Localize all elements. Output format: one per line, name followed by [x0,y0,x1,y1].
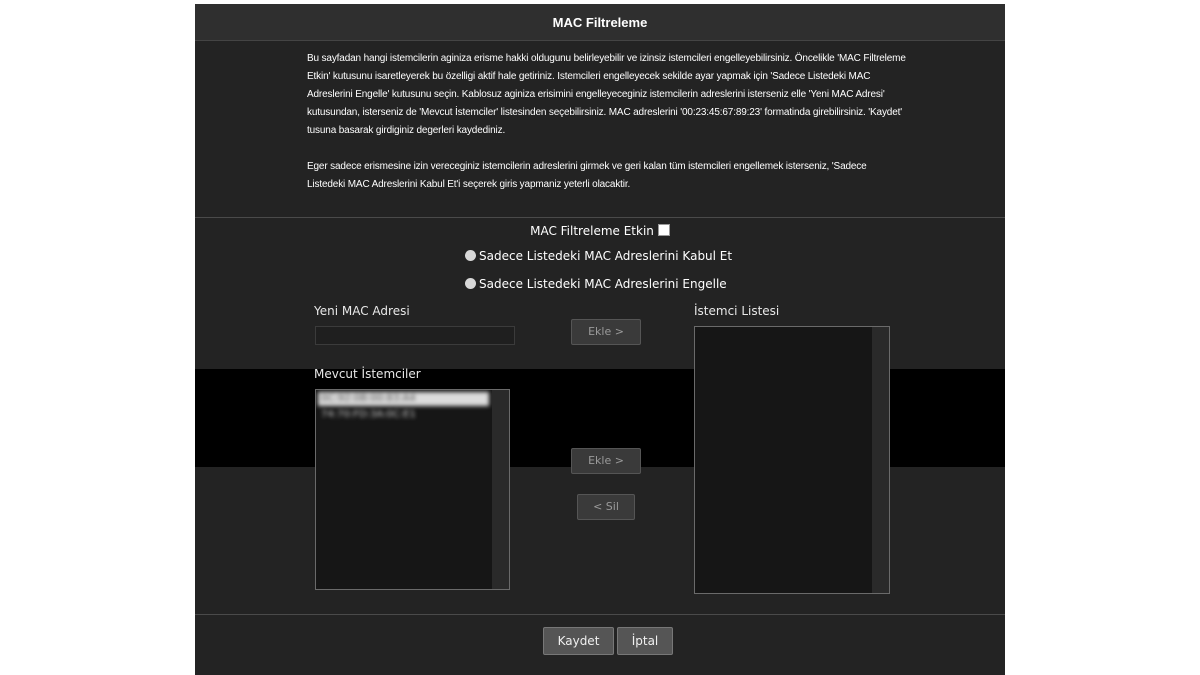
page-title: MAC Filtreleme [195,4,1005,41]
remove-button[interactable]: < Sil [577,494,635,520]
list-item[interactable]: 0C:92:0B:00:83:A4 [318,392,489,406]
mac-filter-panel: MAC Filtreleme Bu sayfadan hangi istemci… [195,4,1005,675]
new-mac-input[interactable] [315,326,515,345]
description-paragraph-2: Eger sadece erismesine izin vereceginiz … [307,161,867,190]
radio-block-row[interactable]: Sadece Listedeki MAC Adreslerini Engelle [465,277,727,291]
add-client-button[interactable]: Ekle > [571,448,641,474]
filter-enable-label: MAC Filtreleme Etkin [530,224,654,238]
divider [195,614,1005,615]
divider [195,217,1005,218]
save-button[interactable]: Kaydet [543,627,614,655]
filter-enable-checkbox[interactable] [657,224,670,236]
list-item[interactable]: 74:70:FD:3A:0C:E1 [318,408,489,422]
radio-accept-label: Sadece Listedeki MAC Adreslerini Kabul E… [479,249,733,263]
existing-clients-box[interactable]: 0C:92:0B:00:83:A4 74:70:FD:3A:0C:E1 [315,389,510,590]
radio-block-label: Sadece Listedeki MAC Adreslerini Engelle [479,277,727,291]
radio-accept[interactable] [465,250,476,261]
description-paragraph-1: Bu sayfadan hangi istemcilerin aginiza e… [307,53,906,136]
cancel-button[interactable]: İptal [617,627,673,655]
client-list-label: İstemci Listesi [694,304,780,318]
existing-clients-label: Mevcut İstemciler [314,367,421,381]
radio-accept-row[interactable]: Sadece Listedeki MAC Adreslerini Kabul E… [465,249,732,263]
existing-clients-scrollbar[interactable] [492,390,509,589]
radio-block[interactable] [465,278,476,289]
add-new-mac-button[interactable]: Ekle > [571,319,641,345]
client-list-scrollbar[interactable] [872,327,889,593]
client-list-box[interactable] [694,326,890,594]
description: Bu sayfadan hangi istemcilerin aginiza e… [307,50,907,212]
filter-enable-row: MAC Filtreleme Etkin [195,224,1005,238]
new-mac-label: Yeni MAC Adresi [314,304,410,318]
